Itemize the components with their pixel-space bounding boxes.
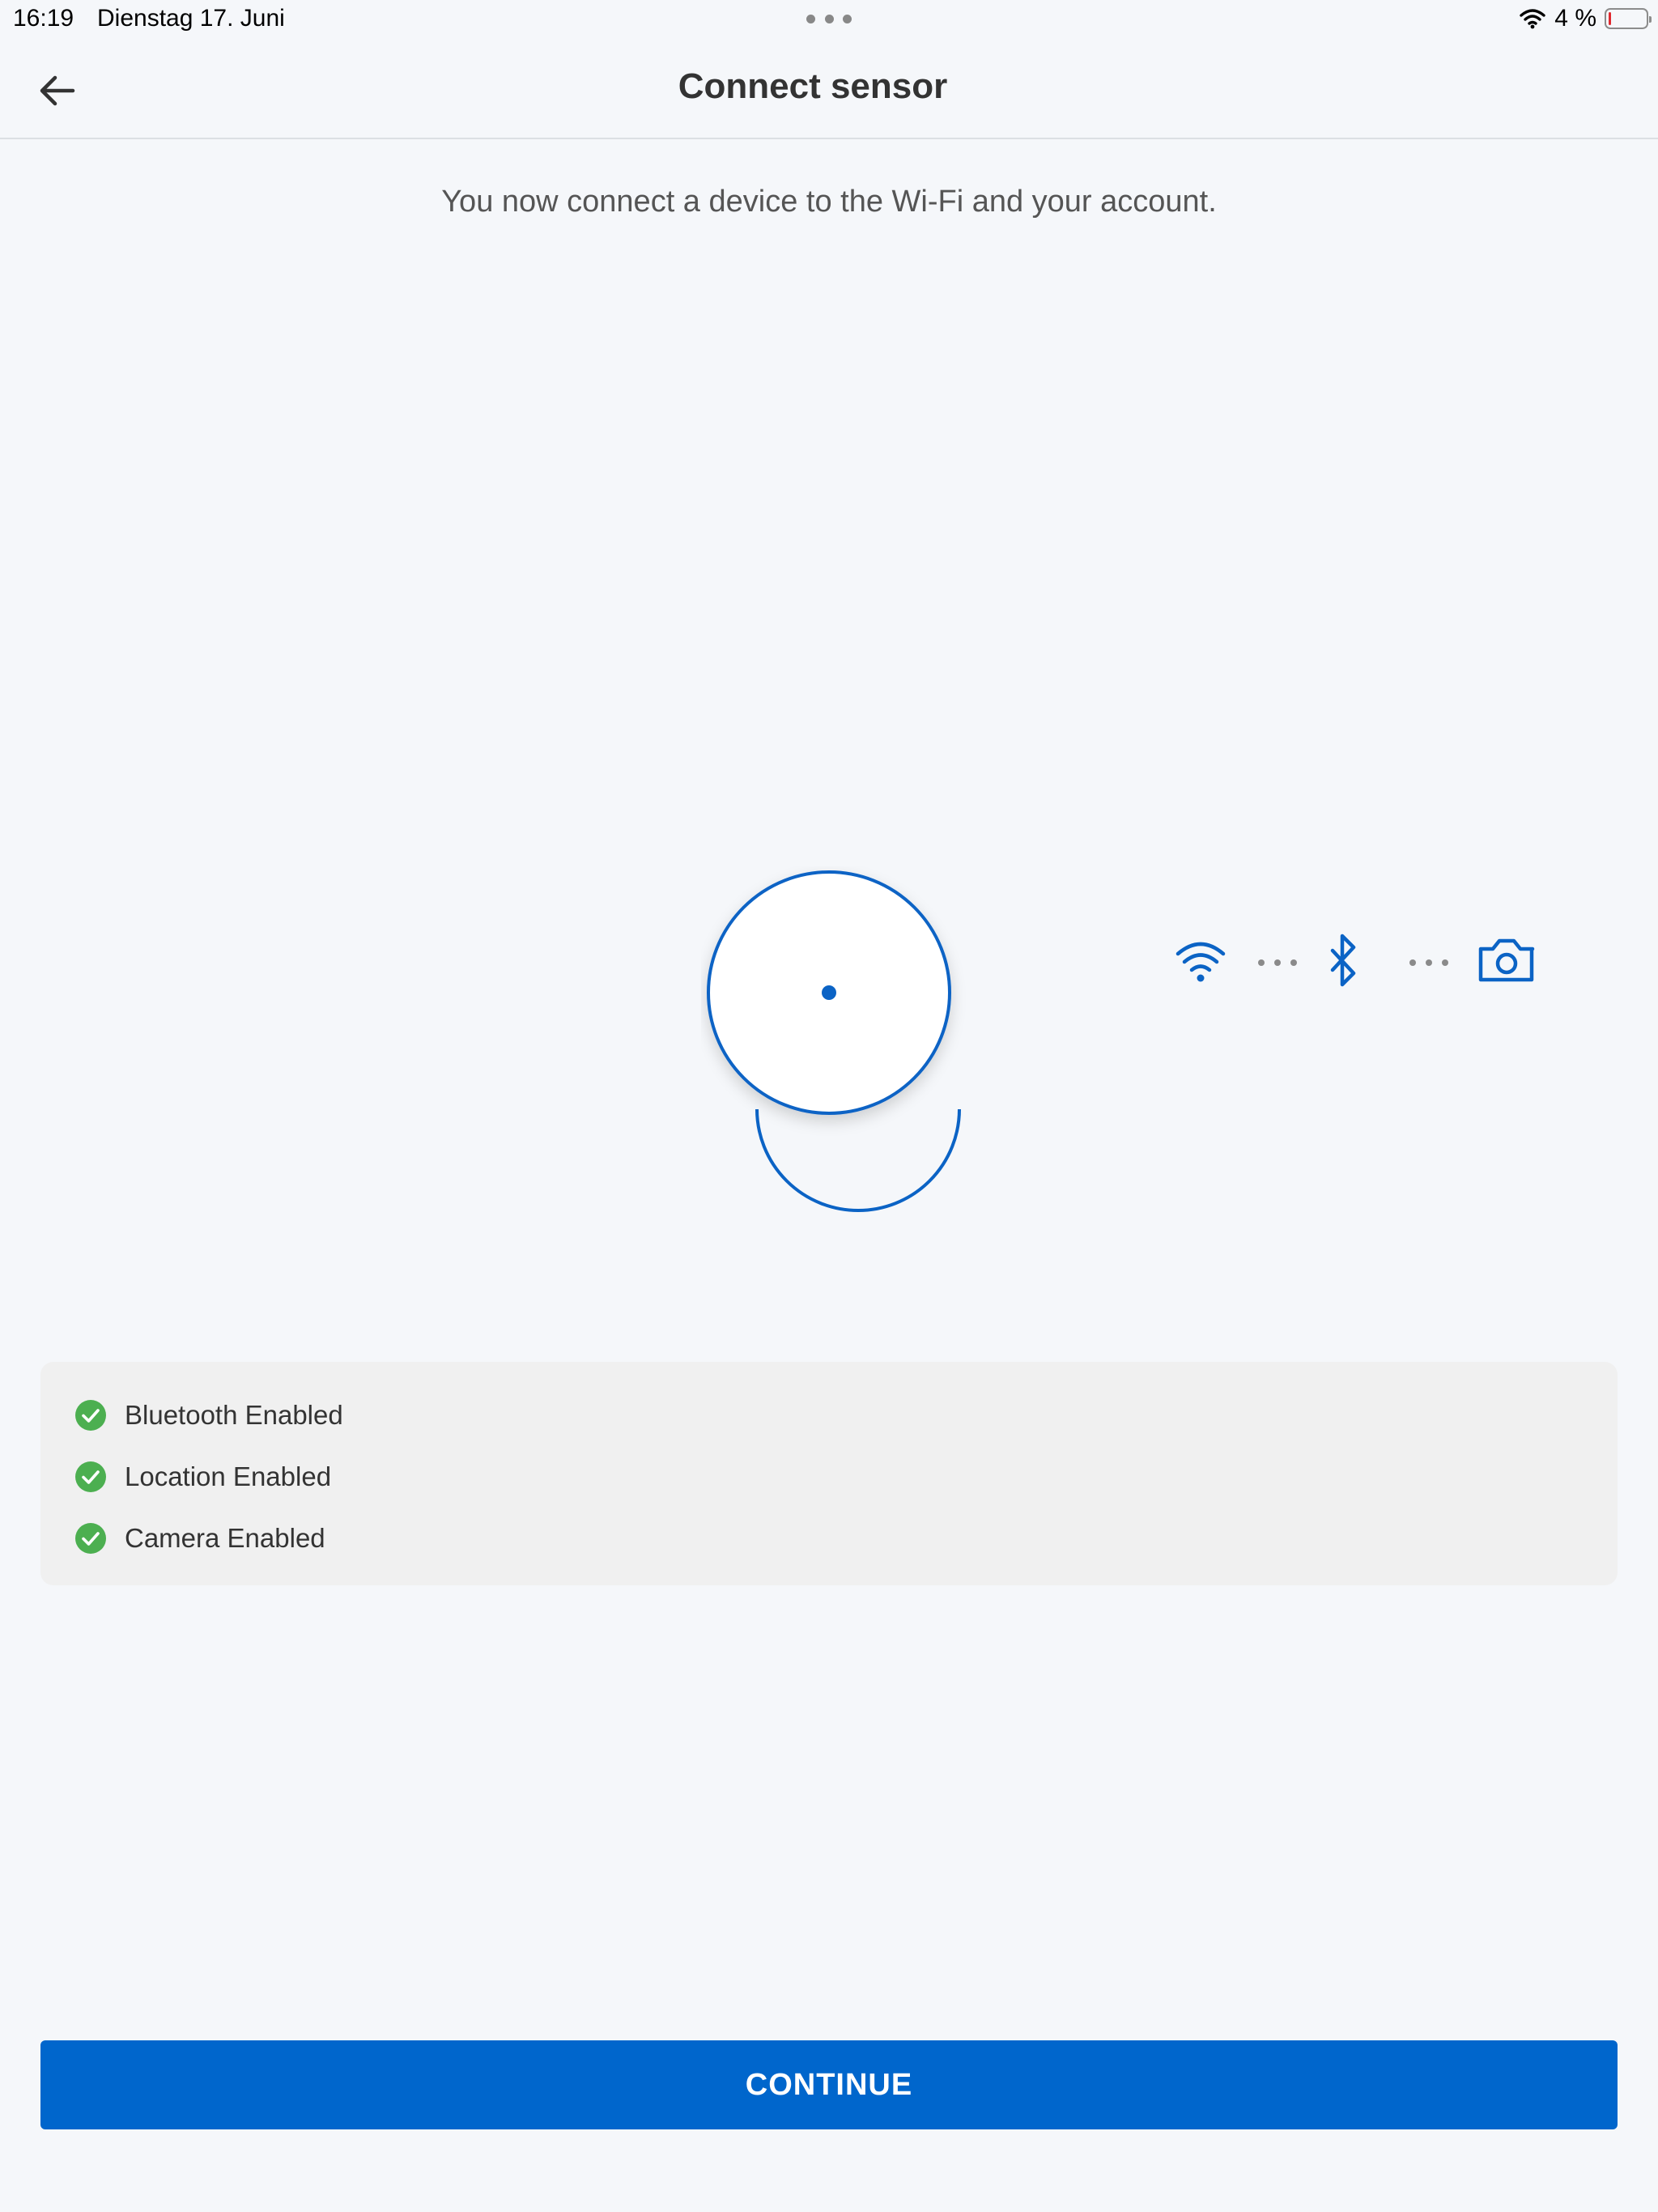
camera-icon [1478, 938, 1535, 982]
sensor-illustration [701, 866, 968, 1214]
battery-percent: 4 % [1554, 5, 1596, 32]
permission-item-bluetooth: Bluetooth Enabled [74, 1397, 343, 1434]
status-indicators: 4 % [1519, 5, 1652, 32]
permission-label: Location Enabled [125, 1461, 332, 1491]
status-date: Dienstag 17. Juni [97, 5, 285, 32]
page-title: Connect sensor [678, 66, 948, 106]
sensor-base-arc [755, 1108, 961, 1212]
dots-separator-icon [1258, 959, 1297, 966]
connection-steps [1169, 931, 1541, 996]
permission-label: Bluetooth Enabled [125, 1400, 343, 1430]
wifi-status-icon [1520, 9, 1545, 29]
check-circle-icon [75, 1523, 106, 1554]
permission-item-camera: Camera Enabled [74, 1520, 325, 1557]
dots-separator-icon [1409, 959, 1448, 966]
bluetooth-icon [1330, 934, 1356, 987]
multitasking-dots-icon[interactable] [806, 15, 852, 24]
check-circle-icon [75, 1400, 106, 1431]
check-circle-icon [75, 1461, 106, 1492]
permission-item-location: Location Enabled [74, 1458, 331, 1495]
status-bar: 16:19 Dienstag 17. Juni 4 % [0, 0, 1658, 39]
battery-fill [1609, 12, 1611, 25]
battery-icon [1605, 8, 1652, 29]
permissions-card: Bluetooth Enabled Location Enabled Camer… [40, 1362, 1618, 1585]
wifi-icon [1175, 942, 1226, 982]
sensor-led [822, 985, 836, 1000]
intro-text: You now connect a device to the Wi-Fi an… [441, 185, 1217, 219]
nav-bar: Connect sensor [0, 39, 1658, 139]
status-time: 16:19 [13, 5, 74, 32]
continue-button[interactable]: CONTINUE [40, 2040, 1618, 2129]
permission-label: Camera Enabled [125, 1523, 325, 1553]
